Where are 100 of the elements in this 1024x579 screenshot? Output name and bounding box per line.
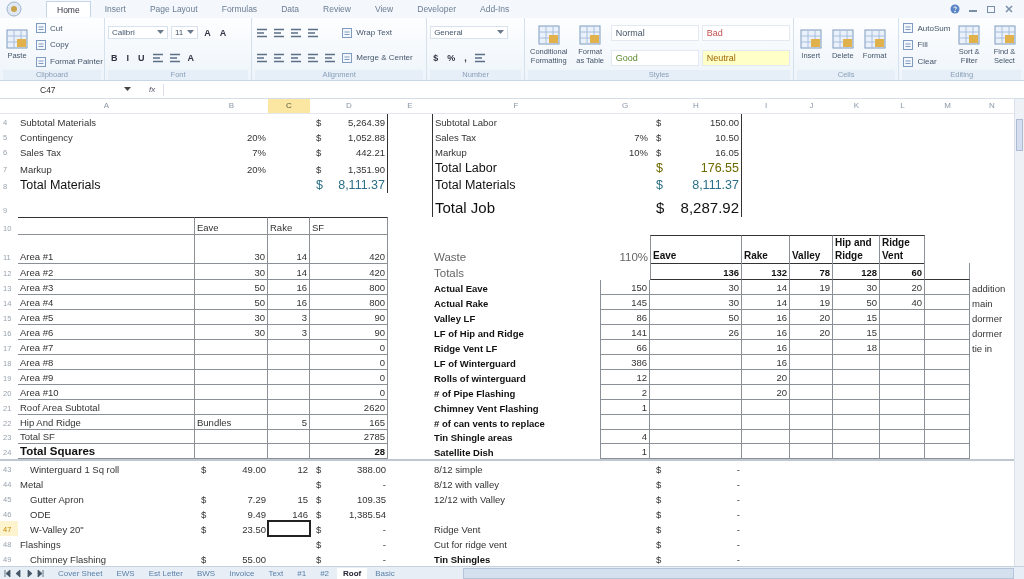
dropdown-field[interactable]: Calibri [108,26,168,40]
toolbar-button[interactable] [255,51,270,64]
sheet-tab[interactable]: Text [262,567,290,579]
ribbon-tab[interactable]: Review [313,1,361,17]
vertical-scrollbar[interactable] [1014,99,1024,566]
font-style-button[interactable]: $ [430,52,442,63]
ribbon-tab[interactable]: Home [46,1,91,17]
dropdown-field[interactable]: 11 [171,26,199,40]
sheet-tab[interactable]: #2 [314,567,336,579]
ribbon-tab[interactable]: Page Layout [139,1,208,17]
table-cell: $ 8,287.92 [650,192,742,217]
table-cell: $ 8,111.37 [650,175,742,193]
sheet-tab[interactable]: Basic [369,567,401,579]
toolbar-button[interactable] [272,26,287,39]
column-header[interactable]: I [742,99,790,113]
name-box[interactable]: C47 [0,84,120,95]
toolbar-button[interactable] [323,51,338,64]
font-style-button[interactable]: , [461,52,470,63]
table-cell [790,414,833,430]
ribbon-button[interactable]: AutoSum [902,22,951,35]
table-cell-text: 10% [628,145,649,159]
table-cell-text: Actual Rake [433,297,490,311]
toolbar-button[interactable] [255,26,270,39]
font-style-button[interactable]: A [201,27,214,38]
sheet-tab[interactable]: EWS [110,567,141,579]
ribbon-tab[interactable]: Data [271,1,310,17]
table-cell [268,429,310,445]
font-style-button[interactable]: A [184,52,197,63]
scroll-thumb[interactable] [1016,119,1023,151]
table-cell [925,295,970,311]
table-cell: Area #1 [18,235,195,265]
ribbon-tab[interactable]: View [364,1,404,17]
table-cell-text: Valley LF [433,312,477,326]
ribbon-tab[interactable]: Insert [94,1,136,17]
toolbar-button[interactable] [306,51,321,64]
horizontal-scrollbar[interactable] [462,567,1014,579]
table-cell-text: 12/12 with Valley [433,493,507,507]
ribbon-tab[interactable]: Add-Ins [470,1,520,17]
table-cell-text: $ 9.49 [200,508,267,522]
table-cell [790,340,833,355]
toolbar-button[interactable] [472,51,487,64]
column-header[interactable]: A [18,99,195,113]
column-header[interactable]: K [833,99,880,113]
toolbar-button[interactable] [289,51,304,64]
ribbon-tab[interactable]: Developer [407,1,466,17]
column-header[interactable]: C [268,99,310,113]
font-style-button[interactable]: B [108,52,121,63]
ribbon-button[interactable]: Clear [902,55,937,68]
ribbon-button[interactable]: Wrap Text [341,26,392,39]
column-header[interactable]: M [925,99,970,113]
font-style-button[interactable]: A [216,27,230,38]
font-style-button[interactable]: I [123,52,132,63]
table-cell: Area #8 [18,354,195,370]
cell-style-button[interactable]: Bad [701,24,790,41]
column-header[interactable]: L [880,99,925,113]
ribbon-button[interactable]: Fill [902,39,928,51]
table-cell-text: Subtotal Materials [19,115,98,129]
column-header[interactable]: F [432,99,600,113]
table-cell: 16 [742,354,790,370]
column-header[interactable]: D [310,99,388,113]
cell-style-button[interactable]: Good [610,49,699,66]
cell-style-button[interactable]: Neutral [701,49,790,66]
column-header[interactable]: E [388,99,432,113]
column-header[interactable]: B [195,99,268,113]
sheet-tab[interactable]: Invoice [223,567,261,579]
cell-style-button[interactable]: Normal [610,24,699,41]
table-cell-text: 15 [296,493,309,507]
function-button[interactable]: fx [145,85,160,94]
lines-icon [290,27,303,38]
column-header[interactable]: H [650,99,742,113]
toolbar-button[interactable] [272,51,287,64]
table-cell: 16 [742,340,790,355]
document-icon [35,22,47,35]
toolbar-button[interactable] [167,51,182,64]
table-cell [833,414,880,430]
toolbar-button[interactable] [150,51,165,64]
toolbar-button[interactable] [306,26,321,39]
table-cell: 28 [310,444,388,460]
sheet-tab[interactable]: Est Letter [142,567,189,579]
column-header[interactable]: G [600,99,650,113]
toolbar-button[interactable] [289,26,304,39]
table-cell: 800 [310,295,388,311]
table-cell: Hip And Ridge [18,414,195,430]
ribbon-button[interactable]: Copy [35,39,69,51]
column-header[interactable]: N [970,99,1014,113]
sheet-tab[interactable]: Roof [337,567,368,579]
table-cell: Area #2 [18,263,195,281]
active-cell[interactable] [267,520,311,537]
sheet-tab[interactable]: Cover Sheet [52,567,109,579]
ribbon-button[interactable]: Merge & Center [341,51,413,64]
sheet-tab[interactable]: BWS [190,567,222,579]
dropdown-field[interactable]: General [430,26,509,40]
ribbon-button[interactable]: Format Painter [35,55,103,68]
table-cell: 16 [742,325,790,340]
column-header[interactable]: J [790,99,833,113]
font-style-button[interactable]: U [135,52,148,63]
ribbon-tab[interactable]: Formulas [211,1,268,17]
ribbon-button[interactable]: Cut [35,22,63,35]
sheet-tab[interactable]: #1 [291,567,313,579]
font-style-button[interactable]: % [444,52,459,63]
